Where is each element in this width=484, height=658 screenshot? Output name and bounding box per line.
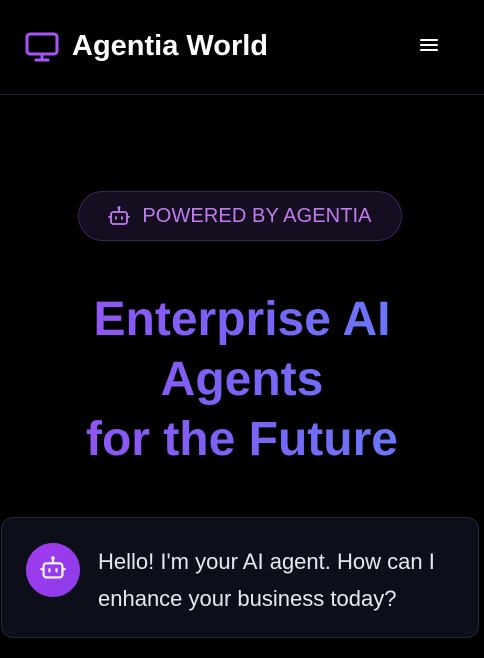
hero-title-line-2: Agents (0, 350, 484, 410)
powered-by-badge: POWERED BY AGENTIA (78, 191, 402, 241)
landing-page: Agentia World POWERED BY AGENTIA Enterpr… (0, 0, 484, 658)
robot-icon (108, 205, 131, 227)
hero-title: Enterprise AI Agents for the Future (0, 290, 484, 470)
hero-title-line-3: for the Future (0, 410, 484, 470)
agent-message-text: Hello! I'm your AI agent. How can I enha… (98, 549, 435, 611)
robot-icon (40, 555, 66, 586)
top-navbar: Agentia World (0, 0, 484, 95)
hero-title-line-1: Enterprise AI (0, 290, 484, 350)
monitor-icon (25, 31, 59, 63)
agent-avatar (26, 543, 80, 597)
menu-button[interactable] (414, 36, 444, 58)
hamburger-menu-icon (419, 37, 439, 58)
brand-name[interactable]: Agentia World (72, 28, 268, 64)
chat-message-card: Hello! I'm your AI agent. How can I enha… (1, 517, 479, 638)
badge-label: POWERED BY AGENTIA (142, 205, 372, 227)
